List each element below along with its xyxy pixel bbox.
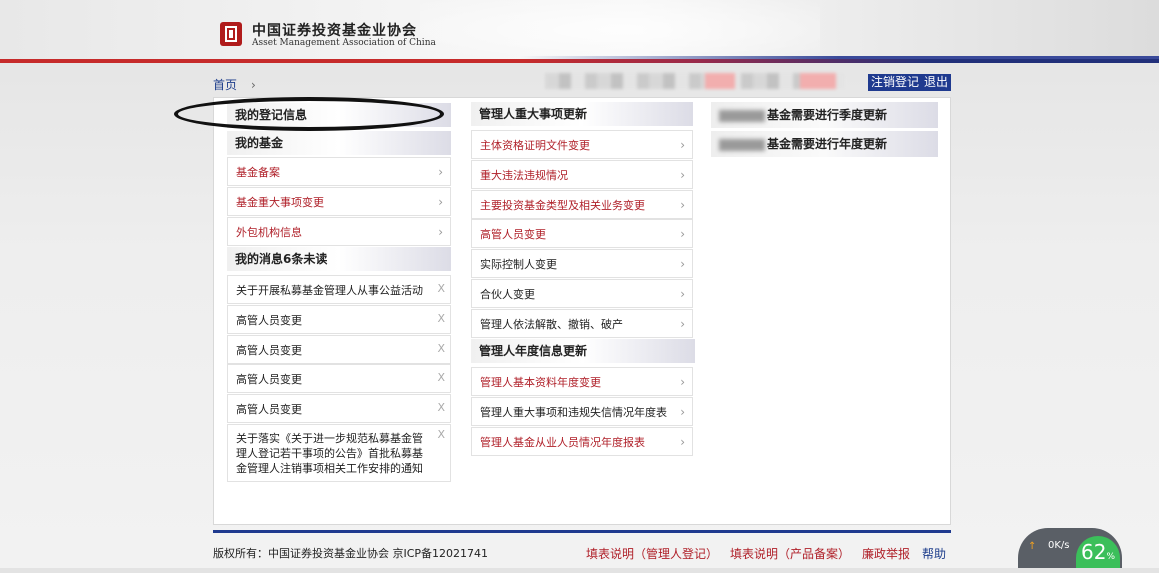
annual-update-label: 管理人重大事项和违规失信情况年度表 (480, 406, 667, 419)
org-name-cn: 中国证券投资基金业协会 (252, 23, 417, 39)
close-icon[interactable]: X (437, 334, 445, 363)
fund-item-label: 基金备案 (236, 166, 280, 179)
fund-item-major-change[interactable]: 基金重大事项变更 › (227, 187, 451, 216)
copyright-text: 版权所有：中国证券投资基金业协会 京ICP备12021741 (213, 547, 489, 560)
message-text: 关于落实《关于进一步规范私募基金管理人登记若干事项的公告》首批私募基金管理人注销… (236, 432, 423, 475)
major-change-item[interactable]: 主体资格证明文件变更 › (471, 130, 693, 159)
major-change-item[interactable]: 实际控制人变更 › (471, 249, 693, 278)
fund-item-outsourcing[interactable]: 外包机构信息 › (227, 217, 451, 246)
major-change-item[interactable]: 高管人员变更 › (471, 219, 693, 248)
section-messages: 我的消息6条未读 (227, 247, 451, 271)
speed-readout: 0K/s (1048, 540, 1070, 551)
percent-unit: % (1106, 552, 1115, 562)
quarterly-update-notice[interactable]: 基金需要进行季度更新 (711, 102, 938, 128)
major-change-item[interactable]: 重大违法违规情况 › (471, 160, 693, 189)
footer-links: 填表说明（管理人登记） 填表说明（产品备案） 廉政举报 帮助 (586, 545, 946, 562)
close-icon[interactable]: X (437, 304, 445, 333)
message-text: 关于开展私募基金管理人从事公益活动 (236, 284, 423, 297)
close-icon[interactable]: X (437, 274, 445, 303)
chevron-right-icon: › (680, 198, 685, 212)
breadcrumb: 首页 › (213, 76, 256, 93)
annual-update-label: 管理人基金从业人员情况年度报表 (480, 436, 645, 449)
major-change-label: 管理人依法解散、撤销、破产 (480, 318, 623, 331)
breadcrumb-separator: › (251, 78, 256, 92)
message-item[interactable]: 高管人员变更 X (227, 335, 451, 364)
major-change-label: 主要投资基金类型及相关业务变更 (480, 199, 645, 212)
chevron-right-icon: › (680, 138, 685, 152)
annual-update-item[interactable]: 管理人基金从业人员情况年度报表 › (471, 427, 693, 456)
chevron-right-icon: › (438, 225, 443, 239)
percent-value: 62 (1080, 540, 1107, 564)
breadcrumb-home-link[interactable]: 首页 (213, 78, 237, 92)
close-icon[interactable]: X (437, 393, 445, 422)
product-guide-link[interactable]: 填表说明（产品备案） (730, 547, 850, 561)
section-my-funds: 我的基金 (227, 131, 451, 155)
major-change-item[interactable]: 主要投资基金类型及相关业务变更 › (471, 190, 693, 219)
redacted-count (719, 109, 765, 122)
exit-button[interactable]: 退出 (921, 74, 952, 91)
annual-update-item[interactable]: 管理人基本资料年度变更 › (471, 367, 693, 396)
chevron-right-icon: › (680, 168, 685, 182)
message-item[interactable]: 高管人员变更 X (227, 305, 451, 334)
fund-item-label: 基金重大事项变更 (236, 196, 324, 209)
message-item[interactable]: 关于开展私募基金管理人从事公益活动 X (227, 275, 451, 304)
message-text: 高管人员变更 (236, 403, 302, 416)
redacted-count (719, 138, 765, 151)
org-name-en: Asset Management Association of China (252, 38, 436, 48)
message-item[interactable]: 高管人员变更 X (227, 364, 451, 393)
message-text: 高管人员变更 (236, 344, 302, 357)
close-icon[interactable]: X (437, 363, 445, 392)
message-text: 高管人员变更 (236, 314, 302, 327)
major-change-label: 重大违法违规情况 (480, 169, 568, 182)
major-change-label: 主体资格证明文件变更 (480, 139, 590, 152)
memory-percent-badge: 62% (1076, 536, 1120, 568)
help-link[interactable]: 帮助 (922, 547, 946, 561)
chevron-right-icon: › (680, 405, 685, 419)
section-major-changes: 管理人重大事项更新 (471, 102, 693, 126)
major-change-item[interactable]: 合伙人变更 › (471, 279, 693, 308)
network-speed-widget[interactable]: ↑ 0K/s 62% (1018, 528, 1122, 568)
footer-divider (213, 530, 951, 533)
annual-update-notice[interactable]: 基金需要进行年度更新 (711, 131, 938, 157)
annual-update-text: 基金需要进行年度更新 (767, 137, 888, 151)
logout-registration-button[interactable]: 注销登记 (868, 74, 923, 91)
manager-guide-link[interactable]: 填表说明（管理人登记） (586, 547, 718, 561)
message-item[interactable]: 高管人员变更 X (227, 394, 451, 423)
chevron-right-icon: › (680, 317, 685, 331)
chevron-right-icon: › (680, 287, 685, 301)
association-logo (220, 22, 242, 46)
message-item[interactable]: 关于落实《关于进一步规范私募基金管理人登记若干事项的公告》首批私募基金管理人注销… (227, 424, 451, 482)
upload-arrow-icon: ↑ (1028, 541, 1037, 552)
major-change-label: 实际控制人变更 (480, 258, 557, 271)
message-text: 高管人员变更 (236, 373, 302, 386)
header-stripe (0, 59, 1159, 63)
major-change-item[interactable]: 管理人依法解散、撤销、破产 › (471, 309, 693, 338)
section-registration-info[interactable]: 我的登记信息 (227, 103, 451, 127)
quarterly-update-text: 基金需要进行季度更新 (767, 108, 888, 122)
major-change-label: 高管人员变更 (480, 228, 546, 241)
integrity-report-link[interactable]: 廉政举报 (862, 547, 910, 561)
header-banner (0, 0, 1159, 60)
chevron-right-icon: › (680, 375, 685, 389)
annual-update-label: 管理人基本资料年度变更 (480, 376, 601, 389)
annual-update-item[interactable]: 管理人重大事项和违规失信情况年度表 › (471, 397, 693, 426)
major-change-label: 合伙人变更 (480, 288, 535, 301)
chevron-right-icon: › (680, 257, 685, 271)
chevron-right-icon: › (680, 227, 685, 241)
section-annual-update: 管理人年度信息更新 (471, 339, 695, 363)
chevron-right-icon: › (438, 195, 443, 209)
chevron-right-icon: › (680, 435, 685, 449)
fund-item-filing[interactable]: 基金备案 › (227, 157, 451, 186)
fund-item-label: 外包机构信息 (236, 226, 302, 239)
redacted-user-info (545, 73, 845, 89)
chevron-right-icon: › (438, 165, 443, 179)
close-icon[interactable]: X (437, 429, 445, 441)
